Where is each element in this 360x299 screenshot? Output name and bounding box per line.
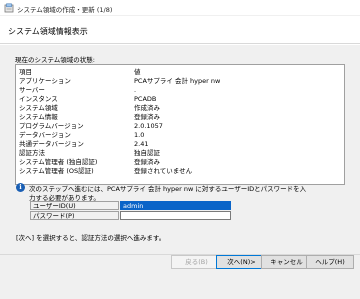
- status-key: サーバー: [19, 86, 45, 94]
- status-row: システム管理者 (OS認証) 登録されていません: [19, 167, 339, 175]
- status-value: 2.41: [134, 140, 149, 148]
- app-icon: [4, 3, 14, 13]
- status-value: 独自認証: [134, 149, 160, 157]
- status-key: インスタンス: [19, 95, 58, 103]
- title-bar: システム領域の作成・更新 (1/8): [0, 0, 360, 16]
- column-header-value: 値: [134, 68, 141, 76]
- status-key: システム管理者 (OS認証): [19, 167, 94, 175]
- page-title: システム領域情報表示: [8, 27, 88, 36]
- status-row: アプリケーション PCAサプライ 会計 hyper nw: [19, 77, 339, 85]
- status-key: システム情報: [19, 113, 58, 121]
- column-header-item: 項目: [19, 68, 32, 76]
- status-key: データバージョン: [19, 131, 71, 139]
- status-value: 2.0.1057: [134, 122, 163, 130]
- status-key: 共通データバージョン: [19, 140, 84, 148]
- user-id-label: ユーザーID(U): [30, 201, 119, 210]
- status-key: システム管理者 (独自認証): [19, 158, 98, 166]
- help-button[interactable]: ヘルプ(H): [306, 255, 354, 269]
- footer-panel: 戻る(B) 次へ(N)> キャンセル ヘルプ(H): [0, 254, 360, 299]
- status-value: 作成済み: [134, 104, 160, 112]
- status-row: 認証方法 独自認証: [19, 149, 339, 157]
- status-row: インスタンス PCADB: [19, 95, 339, 103]
- status-list[interactable]: 項目 値 アプリケーション PCAサプライ 会計 hyper nw サーバー .…: [15, 64, 345, 185]
- status-row: システム領域 作成済み: [19, 104, 339, 112]
- header-panel: システム領域情報表示: [0, 17, 360, 44]
- password-label: パスワード(P): [30, 211, 119, 220]
- status-value: 1.0: [134, 131, 145, 139]
- status-value: 登録されていません: [134, 167, 193, 175]
- status-value: PCAサプライ 会計 hyper nw: [134, 77, 221, 85]
- next-button[interactable]: 次へ(N)>: [216, 255, 267, 269]
- status-row-header: 項目 値: [19, 68, 339, 76]
- status-value: 登録済み: [134, 158, 160, 166]
- next-hint-text: [次へ] を選択すると、認証方法の選択へ進みます。: [16, 234, 166, 242]
- cancel-button[interactable]: キャンセル: [261, 255, 312, 269]
- status-value: 登録済み: [134, 113, 160, 121]
- status-row: 共通データバージョン 2.41: [19, 140, 339, 148]
- status-caption: 現在のシステム領域の状態:: [15, 56, 95, 64]
- status-key: システム領域: [19, 104, 58, 112]
- content-panel: 現在のシステム領域の状態: 項目 値 アプリケーション PCAサプライ 会計 h…: [0, 45, 360, 254]
- status-key: プログラムバージョン: [19, 122, 84, 130]
- window-title: システム領域の作成・更新 (1/8): [17, 6, 113, 14]
- status-value: .: [134, 86, 137, 94]
- status-row: サーバー .: [19, 86, 339, 94]
- user-id-input[interactable]: [120, 201, 231, 210]
- status-row: データバージョン 1.0: [19, 131, 339, 139]
- status-row: プログラムバージョン 2.0.1057: [19, 122, 339, 130]
- info-icon: i: [16, 183, 25, 192]
- back-button[interactable]: 戻る(B): [171, 255, 222, 269]
- status-row: システム管理者 (独自認証) 登録済み: [19, 158, 339, 166]
- status-key: アプリケーション: [19, 77, 71, 85]
- status-row: システム情報 登録済み: [19, 113, 339, 121]
- password-input[interactable]: [120, 211, 231, 220]
- status-value: PCADB: [134, 95, 157, 103]
- status-key: 認証方法: [19, 149, 45, 157]
